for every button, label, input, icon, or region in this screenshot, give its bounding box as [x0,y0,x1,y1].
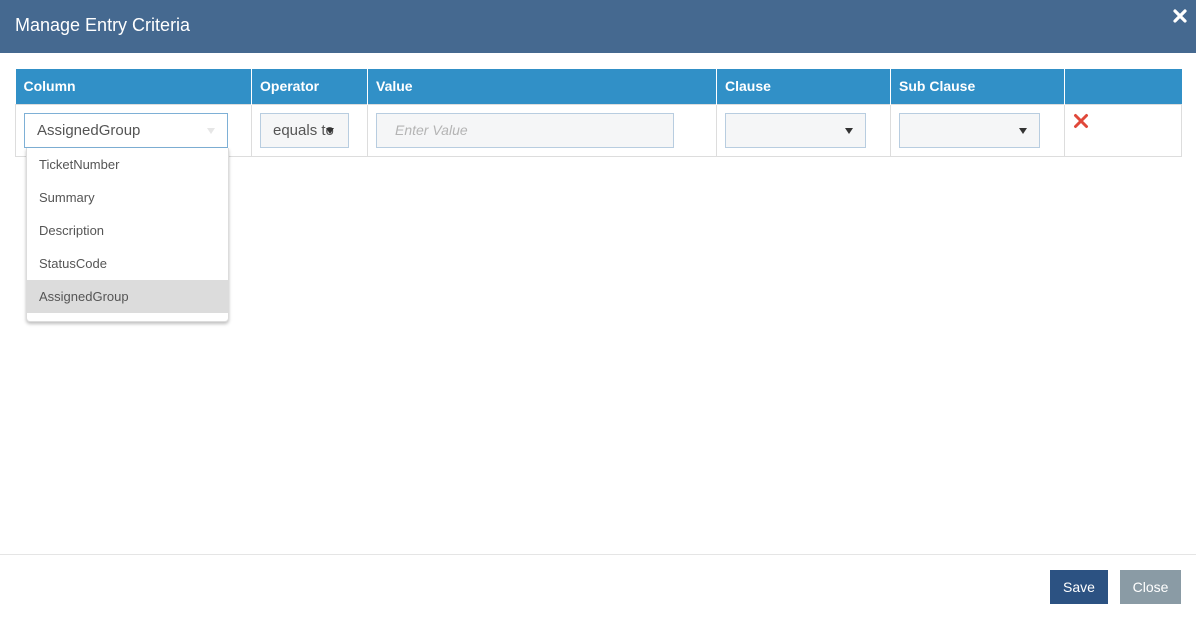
column-select-value: AssignedGroup [37,121,141,139]
operator-cell: equals to [251,103,368,157]
sub-clause-cell [890,103,1065,157]
close-icon[interactable] [1172,8,1188,24]
column-header: Column [15,69,252,104]
criteria-table: Column Operator Value Clause Sub Clause … [15,69,1182,157]
operator-select-value: equals to [273,121,334,139]
actions-cell [1064,103,1182,157]
sub-clause-header: Sub Clause [890,69,1065,104]
close-button[interactable]: Close [1120,570,1181,604]
modal-header: Manage Entry Criteria [0,0,1196,53]
clause-header: Clause [716,69,891,104]
dialog-title: Manage Entry Criteria [15,15,191,35]
actions-header [1064,69,1182,104]
dropdown-option-summary[interactable]: Summary [27,181,228,214]
save-button[interactable]: Save [1050,570,1108,604]
footer-divider [0,554,1196,555]
value-input[interactable] [376,112,674,148]
clause-select[interactable] [725,112,866,148]
chevron-down-icon [1019,127,1027,134]
value-cell [367,103,717,157]
clause-cell [716,103,891,157]
column-dropdown-list: TicketNumber Summary Description StatusC… [26,148,229,322]
chevron-down-icon [845,127,853,134]
dropdown-option-description[interactable]: Description [27,214,228,247]
dropdown-option-statuscode[interactable]: StatusCode [27,247,228,280]
dropdown-option-assignedgroup[interactable]: AssignedGroup [27,280,228,313]
chevron-down-icon [326,127,334,134]
table-header-row: Column Operator Value Clause Sub Clause [15,69,1182,104]
chevron-down-icon [207,127,215,134]
operator-header: Operator [251,69,368,104]
operator-select[interactable]: equals to [260,112,349,148]
column-select[interactable]: AssignedGroup [24,112,228,148]
sub-clause-select[interactable] [899,112,1040,148]
dropdown-option-ticketnumber[interactable]: TicketNumber [27,148,228,181]
value-header: Value [367,69,717,104]
delete-icon[interactable] [1073,113,1089,129]
